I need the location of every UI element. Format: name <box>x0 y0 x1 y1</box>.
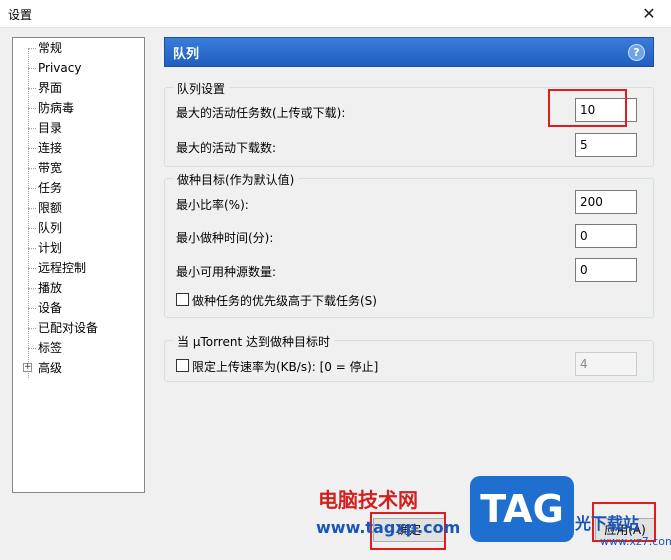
tree-connector <box>28 88 36 89</box>
queue-settings-legend: 队列设置 <box>173 80 230 97</box>
seed-priority-checkbox[interactable] <box>176 293 189 306</box>
watermark-side-text: 光下载站 <box>575 514 640 533</box>
help-icon[interactable]: ? <box>628 44 645 61</box>
tree-connector <box>28 328 36 329</box>
tree-connector <box>28 248 36 249</box>
settings-category-tree[interactable]: 常规 Privacy 界面 防病毒 目录 连接 带宽 任务 限额 队列 计划 远… <box>12 37 145 493</box>
tree-connector <box>28 148 36 149</box>
tag-logo: TAG <box>470 476 574 542</box>
min-seeds-input[interactable]: 0 <box>575 258 637 282</box>
expand-icon[interactable]: + <box>23 363 32 372</box>
title-bar: 设置 ✕ <box>0 0 671 28</box>
tree-connector <box>28 288 36 289</box>
tree-connector <box>28 68 36 69</box>
tree-connector <box>28 128 36 129</box>
limit-upload-checkbox[interactable] <box>176 359 189 372</box>
tree-connector <box>28 48 36 49</box>
limit-upload-input: 4 <box>575 352 637 376</box>
max-downloads-label: 最大的活动下载数: <box>176 141 277 155</box>
tree-connector <box>28 208 36 209</box>
goal-reached-legend: 当 µTorrent 达到做种目标时 <box>173 333 334 350</box>
tree-connector <box>28 108 36 109</box>
min-ratio-input[interactable]: 200 <box>575 190 637 214</box>
close-icon[interactable]: ✕ <box>627 0 671 28</box>
min-seeds-label: 最小可用种源数量: <box>176 265 277 279</box>
max-downloads-input[interactable]: 5 <box>575 133 637 157</box>
min-seed-time-label: 最小做种时间(分): <box>176 231 274 245</box>
highlight-box <box>548 89 627 127</box>
watermark-url: www.tagxp.com <box>316 518 461 537</box>
watermark-text: 电脑技术网 <box>318 488 418 512</box>
panel-title: 队列 <box>173 47 200 62</box>
max-active-label: 最大的活动任务数(上传或下载): <box>176 106 346 120</box>
tree-connector <box>28 228 36 229</box>
window-title: 设置 <box>8 8 33 22</box>
tree-connector <box>28 188 36 189</box>
tree-connector <box>28 348 36 349</box>
tree-connector <box>28 308 36 309</box>
limit-upload-label[interactable]: 限定上传速率为(KB/s): [0 = 停止] <box>192 358 378 375</box>
min-ratio-label: 最小比率(%): <box>176 198 249 212</box>
tree-connector <box>28 268 36 269</box>
seed-priority-label[interactable]: 做种任务的优先级高于下载任务(S) <box>192 292 377 309</box>
seeding-goal-legend: 做种目标(作为默认值) <box>173 171 299 188</box>
min-seed-time-input[interactable]: 0 <box>575 224 637 248</box>
tree-connector <box>28 168 36 169</box>
watermark-side-url: www.xz7.com <box>600 535 671 548</box>
panel-header: 队列 ? <box>164 37 654 67</box>
